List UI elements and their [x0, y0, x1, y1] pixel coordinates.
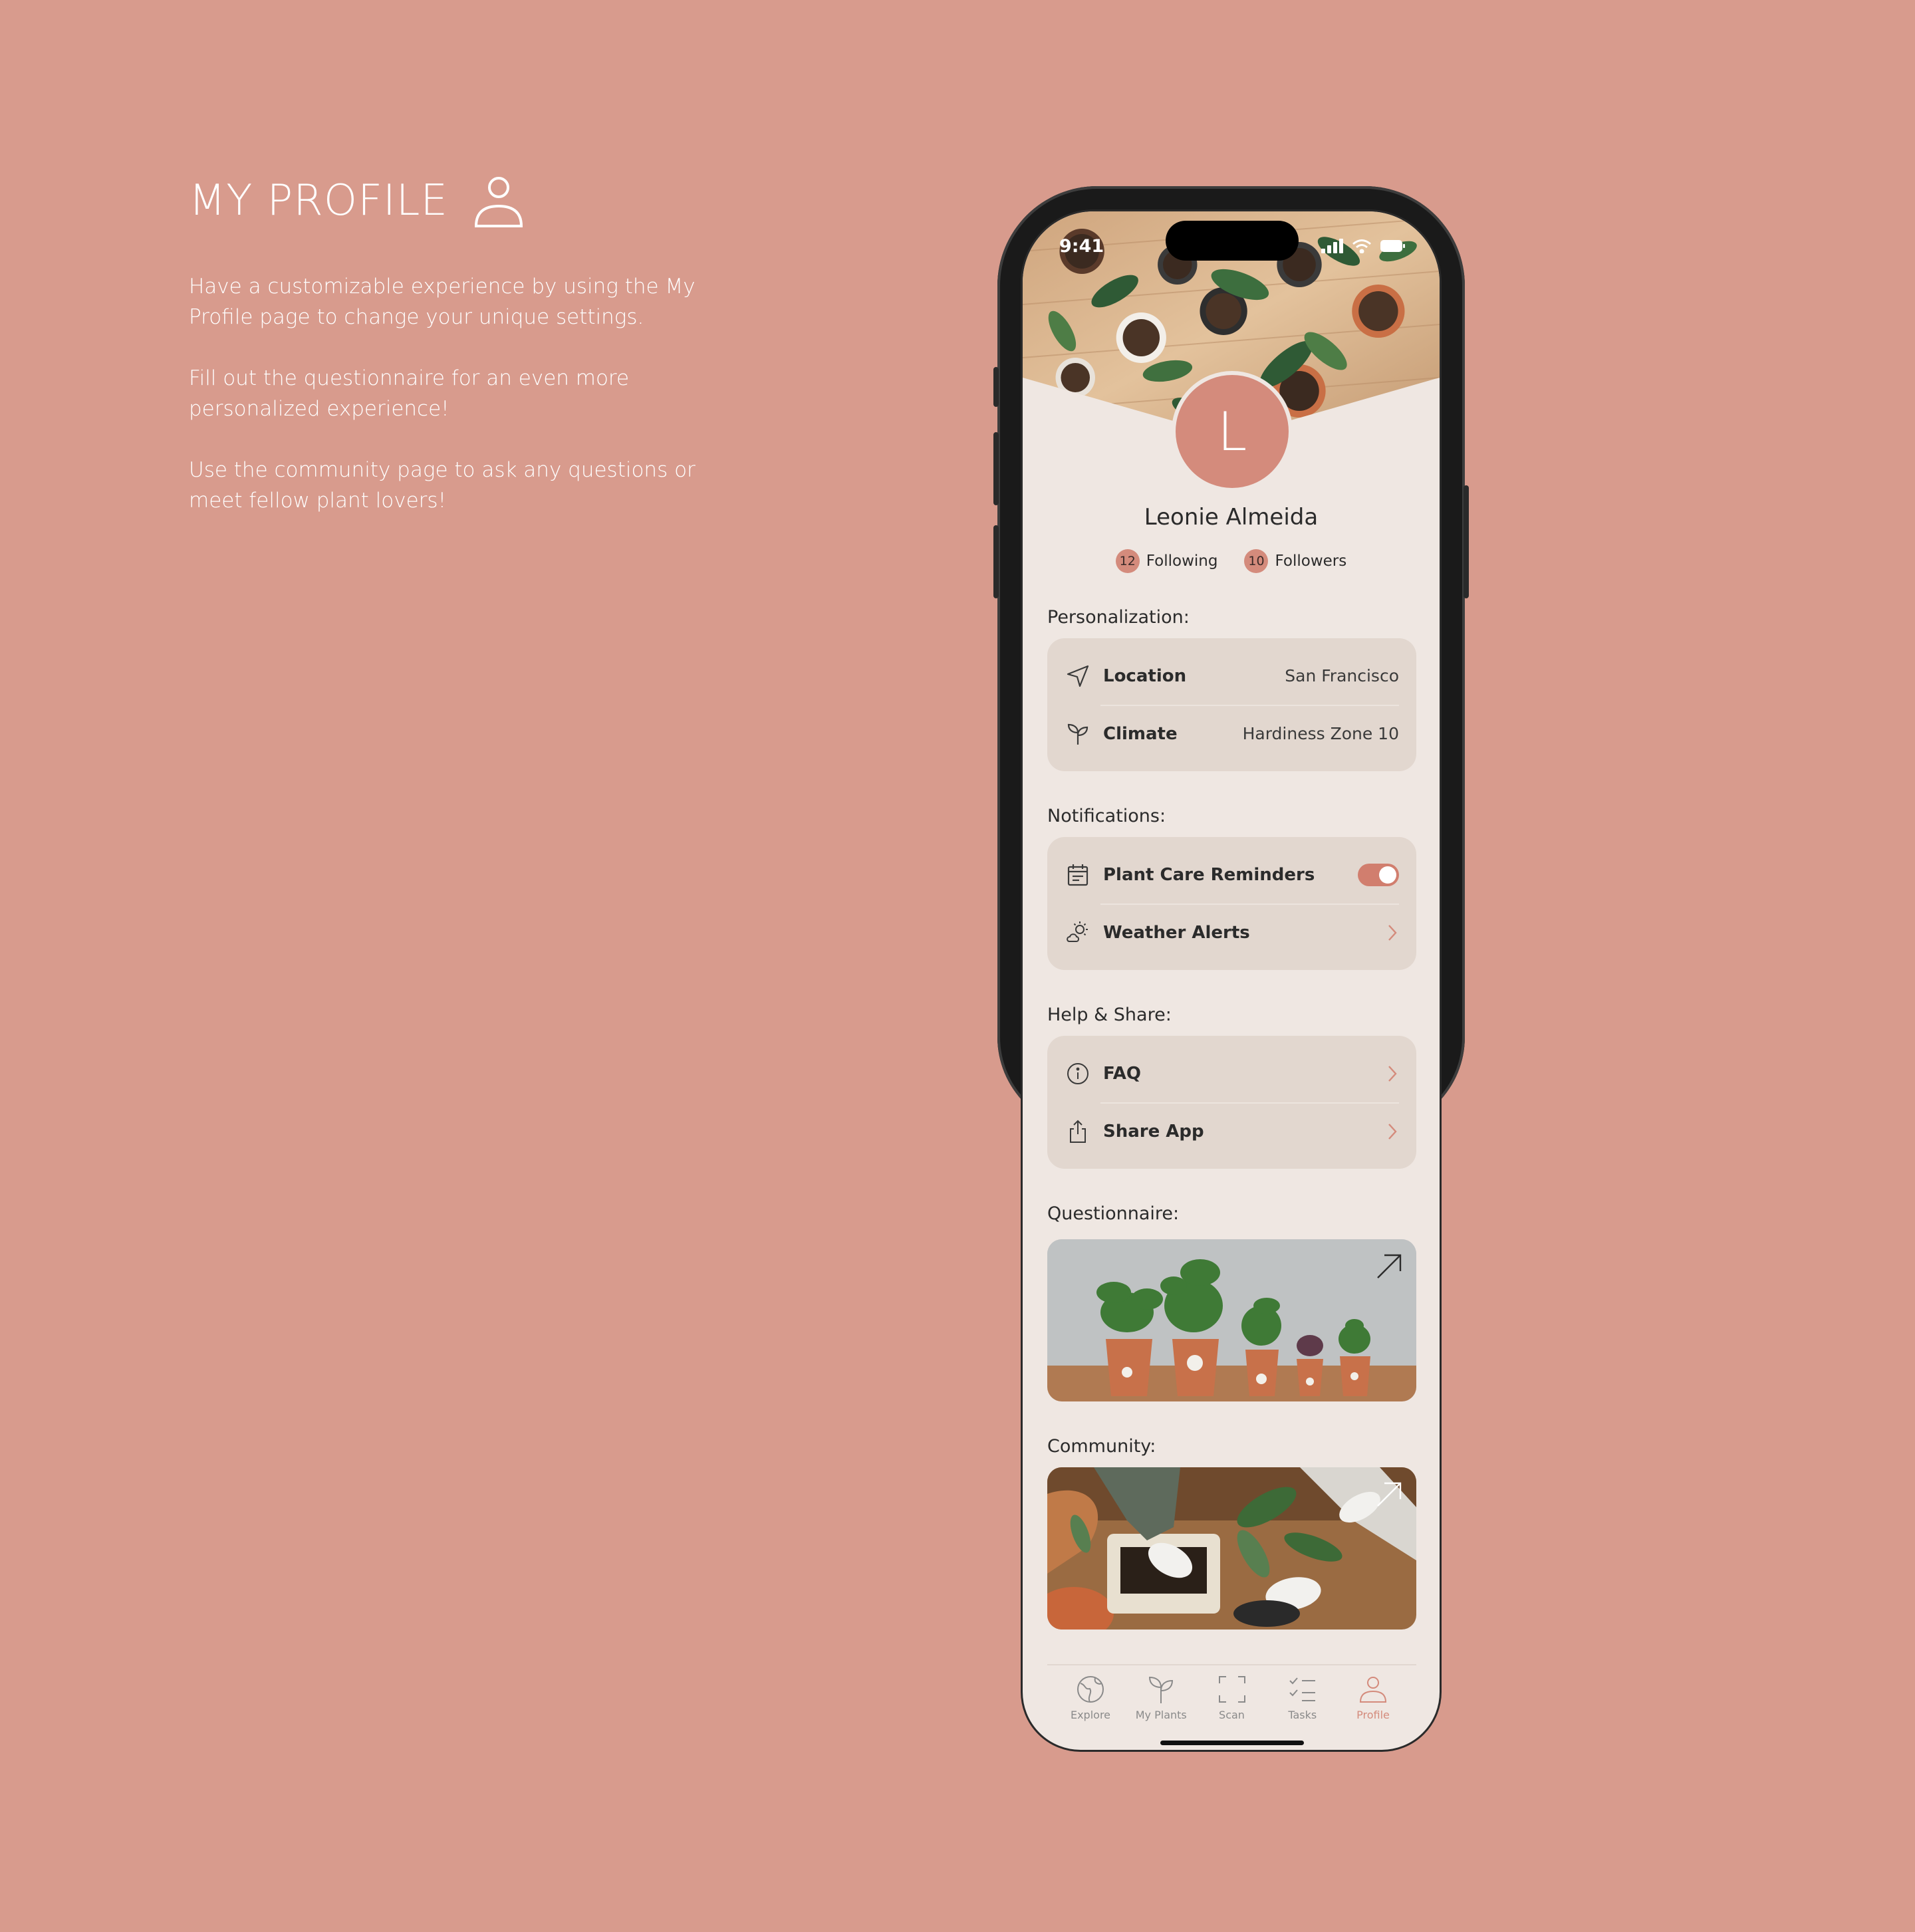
plant-care-reminders-row: Plant Care Reminders	[1047, 846, 1416, 904]
chevron-right-icon	[1388, 1123, 1397, 1140]
share-icon	[1065, 1118, 1091, 1145]
faq-label: FAQ	[1103, 1063, 1142, 1084]
avatar[interactable]: L	[1172, 371, 1293, 492]
phone-volume-up	[993, 432, 999, 505]
followers-stat[interactable]: 10 Followers	[1244, 549, 1346, 573]
signal-icon	[1321, 239, 1343, 253]
questionnaire-card[interactable]	[1047, 1239, 1416, 1401]
faq-row[interactable]: FAQ	[1047, 1044, 1416, 1102]
tab-label: Scan	[1219, 1709, 1245, 1721]
help-share-card: FAQ Share App	[1047, 1036, 1416, 1169]
plant-care-reminders-toggle[interactable]	[1358, 863, 1399, 886]
arrow-up-right-icon	[1377, 1254, 1402, 1278]
checklist-icon	[1289, 1677, 1315, 1701]
weather-alerts-row[interactable]: Weather Alerts	[1047, 904, 1416, 961]
toggle-knob	[1379, 866, 1396, 884]
phone-power-button	[1464, 485, 1469, 598]
chevron-right-icon	[1388, 924, 1397, 941]
tab-bar: Explore My Plants Scan Tasks Profile	[1047, 1674, 1416, 1721]
navigation-arrow-icon	[1065, 663, 1091, 689]
tab-my-plants[interactable]: My Plants	[1131, 1674, 1191, 1721]
climate-value: Hardiness Zone 10	[1242, 724, 1399, 743]
home-indicator	[1160, 1741, 1304, 1745]
user-icon	[1359, 1677, 1387, 1703]
followers-label: Followers	[1275, 552, 1347, 570]
tab-label: Tasks	[1288, 1709, 1317, 1721]
status-time: 9:41	[1059, 235, 1104, 257]
personalization-label: Personalization:	[1047, 607, 1190, 628]
questionnaire-label: Questionnaire:	[1047, 1203, 1180, 1224]
scan-frame-icon	[1218, 1676, 1245, 1703]
tab-scan[interactable]: Scan	[1202, 1674, 1262, 1721]
profile-stats: 12 Following 10 Followers	[1023, 549, 1440, 573]
notifications-label: Notifications:	[1047, 806, 1166, 826]
tab-tasks[interactable]: Tasks	[1273, 1674, 1333, 1721]
location-row[interactable]: Location San Francisco	[1047, 647, 1416, 705]
promo-paragraph: Fill out the questionnaire for an even m…	[189, 366, 630, 421]
profile-name: Leonie Almeida	[1144, 504, 1319, 531]
chevron-right-icon	[1388, 1065, 1397, 1082]
share-app-row[interactable]: Share App	[1047, 1102, 1416, 1160]
arrow-up-right-icon	[1377, 1482, 1402, 1507]
promo-title-row: MY PROFILE	[189, 173, 721, 229]
wifi-icon	[1352, 239, 1371, 253]
tab-label: Explore	[1070, 1709, 1111, 1721]
location-label: Location	[1103, 665, 1187, 686]
tab-profile[interactable]: Profile	[1343, 1674, 1403, 1721]
sun-cloud-icon	[1065, 919, 1091, 946]
followers-count: 10	[1244, 549, 1269, 573]
info-icon	[1065, 1060, 1091, 1087]
climate-label: Climate	[1103, 723, 1178, 744]
battery-icon	[1380, 240, 1405, 252]
climate-row[interactable]: Climate Hardiness Zone 10	[1047, 705, 1416, 763]
promo-panel: MY PROFILE Have a customizable experienc…	[189, 173, 721, 546]
tab-explore[interactable]: Explore	[1061, 1674, 1120, 1721]
share-app-label: Share App	[1103, 1121, 1204, 1142]
globe-icon	[1077, 1676, 1104, 1703]
tabbar-divider	[1047, 1664, 1416, 1665]
weather-alerts-label: Weather Alerts	[1103, 922, 1250, 943]
community-card[interactable]	[1047, 1467, 1416, 1630]
promo-title: MY PROFILE	[189, 176, 448, 225]
questionnaire-photo	[1047, 1239, 1416, 1401]
promo-paragraph: Use the community page to ask any questi…	[189, 458, 696, 513]
community-label: Community:	[1047, 1436, 1156, 1457]
dynamic-island	[1166, 221, 1299, 261]
tab-label: Profile	[1356, 1709, 1390, 1721]
phone-screen: 9:41 L Leonie Almeida 12 Following 10 Fo…	[1021, 209, 1442, 1752]
promo-paragraph: Have a customizable experience by using …	[189, 275, 696, 329]
plant-care-reminders-label: Plant Care Reminders	[1103, 864, 1315, 885]
tab-label: My Plants	[1135, 1709, 1187, 1721]
community-photo	[1047, 1467, 1416, 1630]
user-icon	[474, 177, 523, 227]
following-label: Following	[1146, 552, 1218, 570]
following-stat[interactable]: 12 Following	[1115, 549, 1218, 573]
help-share-label: Help & Share:	[1047, 1005, 1172, 1025]
personalization-card: Location San Francisco Climate Hardiness…	[1047, 638, 1416, 771]
sprout-icon	[1065, 721, 1091, 747]
notifications-card: Plant Care Reminders Weather Alerts	[1047, 837, 1416, 970]
phone-side-button	[993, 367, 999, 407]
calendar-icon	[1065, 862, 1091, 888]
phone-volume-down	[993, 525, 999, 598]
location-value: San Francisco	[1285, 666, 1399, 685]
sprout-icon	[1149, 1676, 1174, 1703]
following-count: 12	[1115, 549, 1140, 573]
